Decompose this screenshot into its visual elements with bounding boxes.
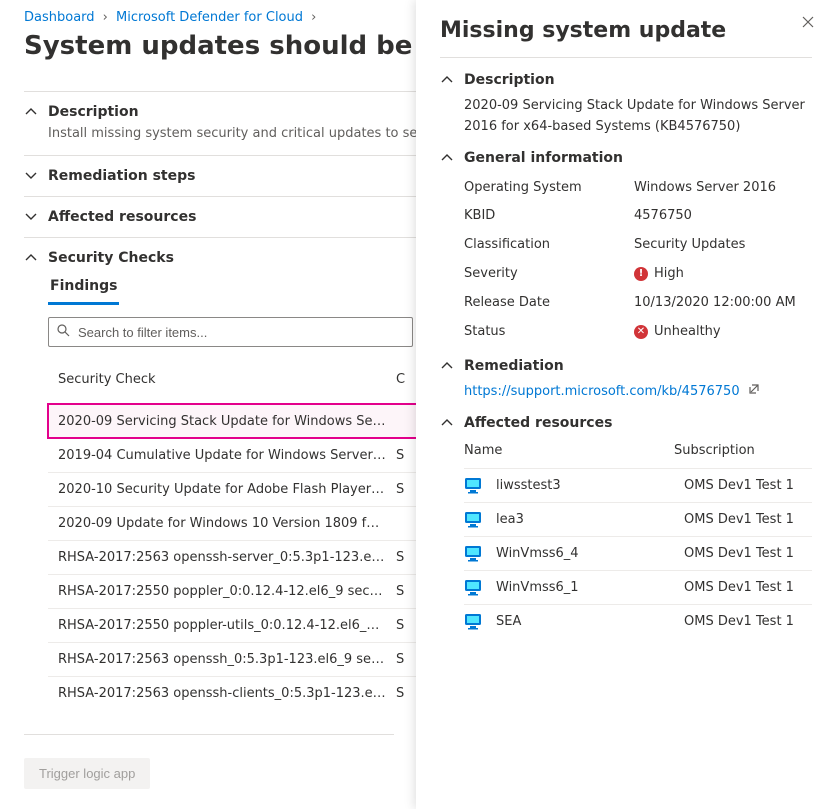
vm-icon (464, 477, 486, 494)
chevron-down-icon (24, 211, 38, 223)
finding-name: 2019-04 Cumulative Update for Windows Se… (58, 448, 386, 463)
panel-remediation-header[interactable]: Remediation (440, 358, 812, 374)
finding-name: 2020-10 Security Update for Adobe Flash … (58, 482, 386, 497)
chevron-down-icon (24, 170, 38, 182)
panel-resources-label: Affected resources (464, 415, 612, 431)
table-row[interactable]: RHSA-2017:2563 openssh-clients_0:5.3p1-1… (48, 676, 418, 710)
tab-findings[interactable]: Findings (48, 272, 119, 305)
kv-value: ✕Unhealthy (634, 322, 812, 343)
finding-name: 2020-09 Update for Windows 10 Version 18… (58, 516, 386, 531)
resource-subscription: OMS Dev1 Test 1 (684, 546, 812, 561)
chevron-up-icon (440, 74, 454, 86)
table-row[interactable]: 2020-10 Security Update for Adobe Flash … (48, 472, 418, 506)
finding-category: S (396, 482, 406, 497)
chevron-up-icon (440, 360, 454, 372)
section-affected-label: Affected resources (48, 209, 196, 225)
panel-title: Missing system update (440, 18, 812, 43)
table-row[interactable]: 2020-09 Update for Windows 10 Version 18… (48, 506, 418, 540)
resource-row[interactable]: liwsstest3 OMS Dev1 Test 1 (464, 468, 812, 502)
chevron-up-icon (24, 106, 38, 118)
close-icon[interactable] (802, 16, 814, 28)
panel-remediation-label: Remediation (464, 358, 564, 374)
kv-value: Security Updates (634, 235, 812, 256)
finding-name: 2020-09 Servicing Stack Update for Windo… (58, 414, 386, 429)
resource-row[interactable]: SEA OMS Dev1 Test 1 (464, 604, 812, 638)
breadcrumb-defender[interactable]: Microsoft Defender for Cloud (116, 10, 303, 25)
severity-high-icon: ! (634, 267, 648, 281)
finding-name: RHSA-2017:2550 poppler_0:0.12.4-12.el6_9… (58, 584, 386, 599)
vm-icon (464, 511, 486, 528)
resource-name: lea3 (496, 512, 674, 527)
vm-icon (464, 613, 486, 630)
res-header-subscription[interactable]: Subscription (674, 443, 812, 458)
kv-key: Release Date (464, 293, 634, 314)
resource-row[interactable]: lea3 OMS Dev1 Test 1 (464, 502, 812, 536)
panel-description-text: 2020-09 Servicing Stack Update for Windo… (440, 88, 812, 146)
findings-table: Security Check C 2020-09 Servicing Stack… (48, 355, 418, 710)
finding-category (396, 414, 406, 429)
section-description-label: Description (48, 104, 139, 120)
finding-name: RHSA-2017:2563 openssh_0:5.3p1-123.el6_9… (58, 652, 386, 667)
finding-category: S (396, 448, 406, 463)
kv-key: Operating System (464, 178, 634, 199)
finding-name: RHSA-2017:2563 openssh-clients_0:5.3p1-1… (58, 686, 386, 701)
table-row[interactable]: 2019-04 Cumulative Update for Windows Se… (48, 438, 418, 472)
table-row[interactable]: RHSA-2017:2550 poppler_0:0.12.4-12.el6_9… (48, 574, 418, 608)
vm-icon (464, 545, 486, 562)
res-header-name[interactable]: Name (464, 443, 674, 458)
finding-category: S (396, 550, 406, 565)
external-link-icon (748, 382, 760, 403)
resource-name: liwsstest3 (496, 478, 674, 493)
resource-name: WinVmss6_4 (496, 546, 674, 561)
resource-subscription: OMS Dev1 Test 1 (684, 512, 812, 527)
breadcrumb-dashboard[interactable]: Dashboard (24, 10, 95, 25)
chevron-up-icon (440, 152, 454, 164)
kv-value: 4576750 (634, 206, 812, 227)
search-input-wrap[interactable] (48, 317, 413, 347)
search-icon (57, 324, 70, 341)
table-row[interactable]: 2020-09 Servicing Stack Update for Windo… (48, 404, 418, 438)
table-row[interactable]: RHSA-2017:2550 poppler-utils_0:0.12.4-12… (48, 608, 418, 642)
resource-name: WinVmss6_1 (496, 580, 674, 595)
table-row[interactable]: RHSA-2017:2563 openssh-server_0:5.3p1-12… (48, 540, 418, 574)
resource-row[interactable]: WinVmss6_4 OMS Dev1 Test 1 (464, 536, 812, 570)
panel-general-label: General information (464, 150, 623, 166)
kv-key: Severity (464, 264, 634, 285)
resource-row[interactable]: WinVmss6_1 OMS Dev1 Test 1 (464, 570, 812, 604)
resource-subscription: OMS Dev1 Test 1 (684, 580, 812, 595)
resource-name: SEA (496, 614, 674, 629)
finding-category (396, 516, 406, 531)
trigger-logic-app-button[interactable]: Trigger logic app (24, 758, 150, 789)
panel-resources-header[interactable]: Affected resources (440, 415, 812, 431)
status-unhealthy-icon: ✕ (634, 325, 648, 339)
finding-category: S (396, 584, 406, 599)
kv-value: 10/13/2020 12:00:00 AM (634, 293, 812, 314)
section-checks-label: Security Checks (48, 250, 174, 266)
kv-value: Windows Server 2016 (634, 178, 812, 199)
kv-key: KBID (464, 206, 634, 227)
finding-category: S (396, 618, 406, 633)
finding-name: RHSA-2017:2563 openssh-server_0:5.3p1-12… (58, 550, 386, 565)
panel-general-header[interactable]: General information (440, 150, 812, 166)
search-input[interactable] (76, 324, 404, 341)
chevron-up-icon (24, 252, 38, 264)
table-row[interactable]: RHSA-2017:2563 openssh_0:5.3p1-123.el6_9… (48, 642, 418, 676)
kv-value: !High (634, 264, 812, 285)
finding-category: S (396, 652, 406, 667)
details-panel: Missing system update Description 2020-0… (416, 0, 832, 809)
panel-description-header[interactable]: Description (440, 72, 812, 88)
resource-subscription: OMS Dev1 Test 1 (684, 478, 812, 493)
finding-category: S (396, 686, 406, 701)
table-header-security-check[interactable]: Security Check (58, 364, 386, 395)
kv-key: Status (464, 322, 634, 343)
finding-name: RHSA-2017:2550 poppler-utils_0:0.12.4-12… (58, 618, 386, 633)
kv-key: Classification (464, 235, 634, 256)
table-header-category[interactable]: C (396, 364, 415, 395)
panel-description-label: Description (464, 72, 555, 88)
resource-subscription: OMS Dev1 Test 1 (684, 614, 812, 629)
vm-icon (464, 579, 486, 596)
remediation-link[interactable]: https://support.microsoft.com/kb/4576750 (464, 382, 740, 403)
section-remediation-label: Remediation steps (48, 168, 195, 184)
chevron-up-icon (440, 417, 454, 429)
